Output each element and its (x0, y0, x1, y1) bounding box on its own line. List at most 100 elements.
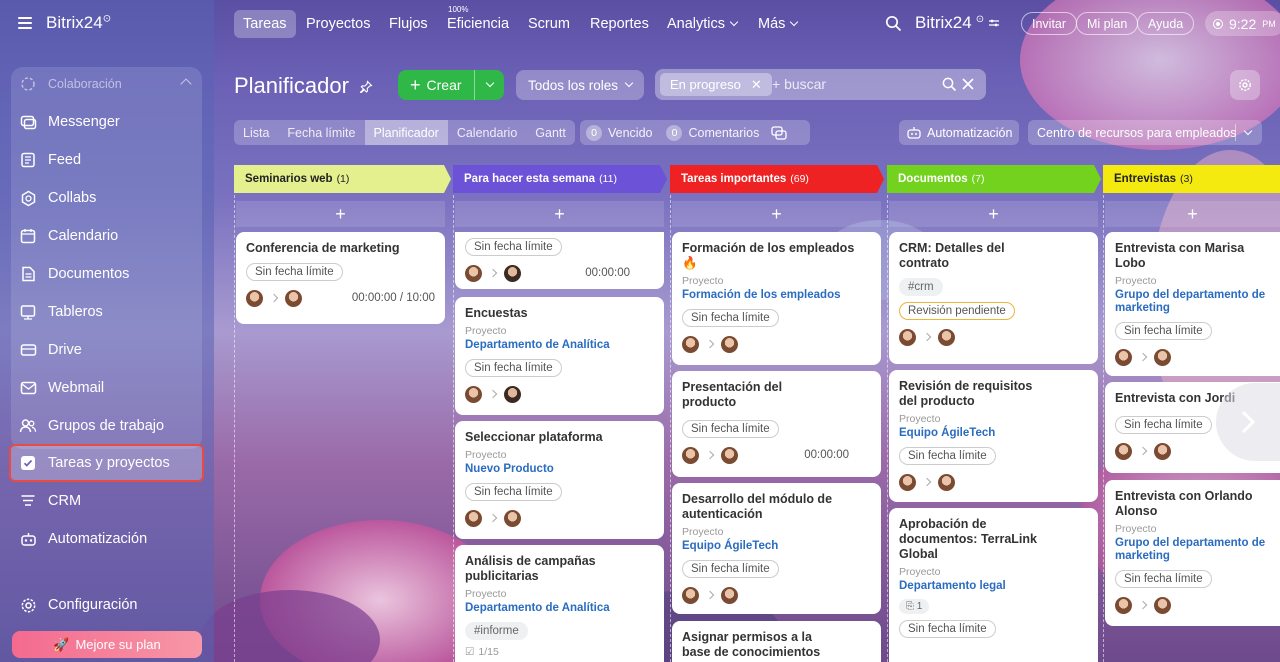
add-task-button[interactable]: + (889, 201, 1098, 227)
sidebar-item-configuracion[interactable]: Configuración (11, 588, 202, 622)
task-card[interactable]: Desarrollo del módulo de autenticación P… (672, 483, 881, 614)
column-header[interactable]: Tareas importantes (69) (670, 165, 809, 193)
avatar[interactable] (1115, 348, 1132, 366)
resource-center-dropdown[interactable]: Centro de recursos para empleados (1028, 120, 1262, 145)
avatar[interactable] (938, 473, 955, 491)
avatar[interactable] (285, 289, 302, 307)
avatar[interactable] (721, 586, 738, 604)
tab-tareas[interactable]: Tareas (234, 10, 296, 38)
deadline-badge[interactable]: Sin fecha límite (246, 263, 343, 281)
avatar[interactable] (682, 446, 699, 464)
sidebar-section-colaboracion[interactable]: Colaboración (11, 67, 202, 101)
chat-bubble-icon[interactable] (771, 125, 788, 140)
view-tab-calendario[interactable]: Calendario (448, 120, 526, 145)
avatar[interactable] (246, 289, 263, 307)
avatar[interactable] (1115, 442, 1132, 460)
project-link[interactable]: Departamento de Analítica (465, 602, 654, 615)
project-link[interactable]: Grupo del departamento de marketing (1115, 537, 1270, 563)
logo[interactable]: Bitrix24⊙ (46, 13, 111, 33)
project-link[interactable]: Nuevo Producto (465, 463, 654, 476)
add-task-button[interactable]: + (455, 201, 664, 227)
project-link[interactable]: Equipo ÁgileTech (682, 540, 871, 553)
task-card[interactable]: Seleccionar plataforma Proyecto Nuevo Pr… (455, 421, 664, 539)
comments-filter[interactable]: Comentarios (688, 126, 759, 140)
deadline-badge[interactable]: Sin fecha límite (682, 560, 779, 578)
deadline-badge[interactable]: Sin fecha límite (899, 620, 996, 638)
avatar[interactable] (721, 335, 738, 353)
create-dropdown-toggle[interactable] (475, 78, 504, 88)
tag-badge[interactable]: #informe (465, 622, 528, 640)
tab-reportes[interactable]: Reportes (581, 10, 658, 38)
deadline-badge[interactable]: Sin fecha límite (465, 483, 562, 501)
avatar[interactable] (1115, 596, 1132, 614)
avatar[interactable] (938, 328, 955, 346)
help-button[interactable]: Ayuda (1137, 12, 1195, 35)
sidebar-item-automatizacion[interactable]: Automatización (11, 522, 202, 556)
hamburger-menu-icon[interactable] (18, 17, 32, 29)
avatar[interactable] (899, 473, 916, 491)
task-card[interactable]: Entrevista con Orlando Alonso Proyecto G… (1105, 480, 1280, 626)
settings-button[interactable] (1230, 70, 1260, 100)
avatar[interactable] (1154, 442, 1171, 460)
column-header[interactable]: Para hacer esta semana (11) (453, 165, 617, 193)
search-input[interactable]: + buscar (772, 76, 826, 92)
sidebar-item-collabs[interactable]: Collabs (11, 181, 202, 215)
sidebar-item-documentos[interactable]: Documentos (11, 257, 202, 291)
add-task-button[interactable]: + (236, 201, 445, 227)
tab-flujos[interactable]: Flujos (380, 10, 437, 38)
pin-icon[interactable] (360, 80, 373, 93)
filter-chip-en-progreso[interactable]: En progreso ✕ (660, 73, 772, 96)
clock-widget[interactable]: 9:22 PM (1205, 11, 1280, 36)
deadline-badge[interactable]: Sin fecha límite (682, 420, 779, 438)
close-icon[interactable]: ✕ (751, 77, 762, 93)
sidebar-item-calendario[interactable]: Calendario (11, 219, 202, 253)
sidebar-item-feed[interactable]: Feed (11, 143, 202, 177)
avatar[interactable] (504, 509, 521, 527)
task-card[interactable]: Revisión de requisitos del producto Proy… (889, 370, 1098, 502)
sidebar-item-crm[interactable]: CRM (11, 484, 202, 518)
tab-proyectos[interactable]: Proyectos (297, 10, 379, 38)
deadline-badge[interactable]: Sin fecha límite (465, 238, 562, 256)
avatar[interactable] (465, 385, 482, 403)
column-header[interactable]: Entrevistas (3) (1103, 165, 1193, 193)
sidebar-item-tareas-y-proyectos[interactable]: Tareas y proyectos (9, 444, 204, 482)
tab-eficiencia[interactable]: Eficiencia (438, 10, 518, 38)
column-header[interactable]: Seminarios web (1) (234, 165, 349, 193)
task-card[interactable]: Sin fecha límite 00:00:00 (455, 232, 664, 289)
project-link[interactable]: Equipo ÁgileTech (899, 427, 1088, 440)
view-tab-lista[interactable]: Lista (234, 120, 278, 145)
task-card[interactable]: CRM: Detalles del contrato #crm Revisión… (889, 232, 1098, 364)
tab-mas[interactable]: Más (749, 10, 806, 38)
project-link[interactable]: Grupo del departamento de marketing (1115, 289, 1270, 315)
tab-scrum[interactable]: Scrum (519, 10, 579, 38)
deadline-badge[interactable]: Sin fecha límite (899, 447, 996, 465)
avatar[interactable] (465, 264, 482, 282)
column-header[interactable]: Documentos (7) (887, 165, 985, 193)
search-icon[interactable] (885, 15, 902, 32)
my-plan-button[interactable]: Mi plan (1076, 12, 1139, 35)
tab-analytics[interactable]: Analytics (658, 10, 746, 38)
task-card[interactable]: Entrevista con Marisa Lobo Proyecto Grup… (1105, 232, 1280, 376)
invite-button[interactable]: Invitar (1021, 12, 1078, 35)
avatar[interactable] (1154, 596, 1171, 614)
avatar[interactable] (465, 509, 482, 527)
task-card[interactable]: Presentación del producto Sin fecha lími… (672, 371, 881, 477)
brand-title[interactable]: Bitrix24 ⊙ (915, 13, 1000, 33)
view-tab-gantt[interactable]: Gantt (526, 120, 575, 145)
project-link[interactable]: Departamento legal (899, 580, 1088, 593)
create-button[interactable]: + Crear (398, 70, 504, 100)
add-task-button[interactable]: + (1105, 201, 1280, 227)
avatar[interactable] (682, 586, 699, 604)
project-link[interactable]: Departamento de Analítica (465, 339, 654, 352)
view-tab-fecha-limite[interactable]: Fecha límite (278, 120, 364, 145)
task-card[interactable]: Encuestas Proyecto Departamento de Analí… (455, 297, 664, 415)
avatar[interactable] (721, 446, 738, 464)
search-filter-bar[interactable]: En progreso ✕ + buscar (655, 69, 986, 100)
task-card[interactable]: Aprobación de documentos: TerraLink Glob… (889, 508, 1098, 662)
add-task-button[interactable]: + (672, 201, 881, 227)
task-card[interactable]: Formación de los empleados 🔥 Proyecto Fo… (672, 232, 881, 365)
avatar[interactable] (504, 264, 521, 282)
avatar[interactable] (504, 385, 521, 403)
overdue-filter[interactable]: Vencido (608, 126, 652, 140)
attachment-badge[interactable]: ⎘ 1 (899, 599, 930, 614)
